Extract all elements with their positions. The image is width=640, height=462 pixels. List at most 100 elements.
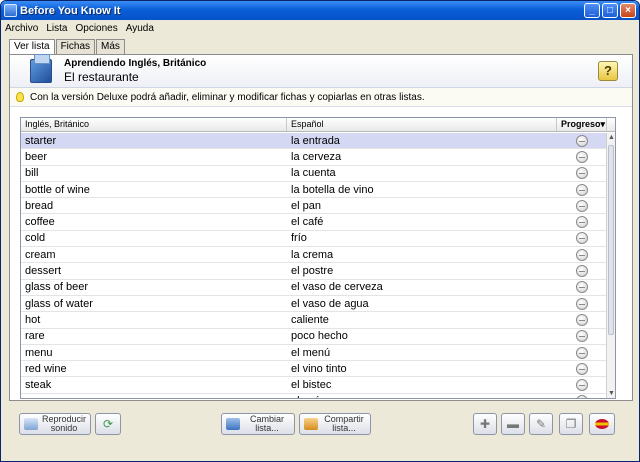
share-icon xyxy=(304,418,318,430)
course-box-icon xyxy=(30,54,52,83)
close-button[interactable]: × xyxy=(620,3,636,18)
flag-icon xyxy=(595,419,609,429)
list-name: El restaurante xyxy=(64,70,139,84)
table-row[interactable]: cold frío xyxy=(21,231,607,248)
spanish-cell: la entrada xyxy=(291,134,340,147)
progress-icon xyxy=(576,167,588,180)
table-row[interactable]: bill la cuenta xyxy=(21,166,607,182)
table-row[interactable]: bread el pan xyxy=(21,198,607,215)
tab-strip: Ver lista Fichas Más xyxy=(9,39,126,55)
progress-cell xyxy=(557,313,607,326)
scroll-thumb[interactable] xyxy=(608,145,614,335)
spanish-cell: el café xyxy=(291,216,324,229)
tab-mas[interactable]: Más xyxy=(96,39,125,54)
progress-icon xyxy=(576,248,588,261)
edit-icon: ✎ xyxy=(535,417,547,431)
tab-ver-lista[interactable]: Ver lista xyxy=(9,39,55,55)
spanish-cell: el vaso de agua xyxy=(291,297,369,310)
share-list-button[interactable]: Compartir lista... xyxy=(299,413,371,435)
remove-card-button[interactable]: ▬ xyxy=(501,413,525,435)
spanish-cell: frío xyxy=(291,232,307,245)
table-row[interactable]: cream la crema xyxy=(21,247,607,264)
table-row[interactable]: sugarel azúcar xyxy=(21,394,607,398)
menu-archivo[interactable]: Archivo xyxy=(5,23,38,34)
copy-card-button[interactable]: ❐ xyxy=(559,413,583,435)
english-cell: cream xyxy=(25,248,56,261)
spanish-cell: el vaso de cerveza xyxy=(291,281,383,294)
english-cell: bread xyxy=(25,199,54,212)
english-cell: red wine xyxy=(25,362,67,375)
refresh-button[interactable]: ⟳ xyxy=(95,413,121,435)
change-list-button[interactable]: Cambiar lista... xyxy=(221,413,295,435)
maximize-button[interactable]: □ xyxy=(602,3,618,18)
speaker-icon xyxy=(24,418,38,430)
progress-icon xyxy=(576,265,588,278)
menu-lista[interactable]: Lista xyxy=(46,23,67,34)
progress-cell xyxy=(557,330,607,343)
menu-opciones[interactable]: Opciones xyxy=(75,23,117,34)
list-header: Aprendiendo Inglés, Británico El restaur… xyxy=(10,54,632,88)
column-header-spanish[interactable]: Español xyxy=(287,118,557,131)
progress-cell xyxy=(557,167,607,180)
progress-cell xyxy=(557,248,607,261)
word-table: Inglés, Británico Español Progreso▾ star… xyxy=(20,117,616,399)
vertical-scrollbar[interactable]: ▲ ▼ xyxy=(606,133,615,398)
refresh-icon: ⟳ xyxy=(102,417,114,431)
scroll-up-icon[interactable]: ▲ xyxy=(608,134,615,142)
progress-icon xyxy=(576,281,588,294)
table-row[interactable]: glass of beer el vaso de cerveza xyxy=(21,280,607,296)
english-cell: cold xyxy=(25,232,46,245)
progress-cell xyxy=(557,199,607,212)
progress-cell xyxy=(557,362,607,375)
progress-cell xyxy=(557,183,607,196)
progress-cell xyxy=(557,346,607,359)
column-header-progress[interactable]: Progreso▾ xyxy=(557,118,607,131)
spanish-cell: la crema xyxy=(291,248,334,261)
spanish-cell: el menú xyxy=(291,346,331,359)
progress-icon xyxy=(576,330,588,343)
spanish-cell: la cerveza xyxy=(291,150,342,163)
progress-cell xyxy=(557,395,607,398)
table-row[interactable]: starter la entrada xyxy=(21,133,607,150)
tab-fichas[interactable]: Fichas xyxy=(55,39,96,54)
english-cell: hot xyxy=(25,313,41,326)
progress-icon xyxy=(576,232,588,245)
table-row[interactable]: beer la cerveza xyxy=(21,149,607,166)
play-sound-button[interactable]: Reproducir sonido xyxy=(19,413,91,435)
spanish-cell: la botella de vino xyxy=(291,183,374,196)
copy-icon: ❐ xyxy=(565,417,577,431)
table-row[interactable]: glass of water el vaso de agua xyxy=(21,296,607,313)
add-icon: ✚ xyxy=(479,417,491,431)
table-row[interactable]: red wine el vino tinto xyxy=(21,361,607,378)
spanish-cell: el bistec xyxy=(291,379,332,392)
progress-icon xyxy=(576,183,588,196)
english-cell: starter xyxy=(25,134,57,147)
menu-ayuda[interactable]: Ayuda xyxy=(126,23,154,34)
spanish-cell: poco hecho xyxy=(291,330,348,343)
edit-card-button[interactable]: ✎ xyxy=(529,413,553,435)
progress-icon xyxy=(576,150,588,163)
help-button[interactable]: ? xyxy=(598,61,618,81)
title-bar: Before You Know It _ □ × xyxy=(1,1,639,20)
table-row[interactable]: steak el bistec xyxy=(21,377,607,394)
scroll-down-icon[interactable]: ▼ xyxy=(608,390,615,398)
table-row[interactable]: bottle of wine la botella de vino xyxy=(21,182,607,199)
tip-text: Con la versión Deluxe podrá añadir, elim… xyxy=(30,91,425,103)
column-header-english[interactable]: Inglés, Británico xyxy=(21,118,287,131)
progress-cell xyxy=(557,150,607,163)
spanish-cell: el azúcar xyxy=(287,395,557,398)
minimize-button[interactable]: _ xyxy=(584,3,600,18)
table-row[interactable]: rare poco hecho xyxy=(21,329,607,345)
table-body: starter la entrada beer la cerveza bill la cu… xyxy=(21,133,607,398)
progress-icon xyxy=(576,395,588,398)
language-flag-button[interactable] xyxy=(589,413,615,435)
bottom-toolbar: Reproducir sonido ⟳ Cambiar lista... Com… xyxy=(19,413,625,437)
english-cell: bottle of wine xyxy=(25,183,90,196)
table-row[interactable]: dessert el postre xyxy=(21,263,607,280)
deluxe-tip: Con la versión Deluxe podrá añadir, elim… xyxy=(10,88,632,107)
table-row[interactable]: hot caliente xyxy=(21,312,607,329)
table-row[interactable]: menu el menú xyxy=(21,345,607,362)
table-row[interactable]: coffee el café xyxy=(21,214,607,231)
add-card-button[interactable]: ✚ xyxy=(473,413,497,435)
progress-header-label: Progreso xyxy=(561,119,601,129)
